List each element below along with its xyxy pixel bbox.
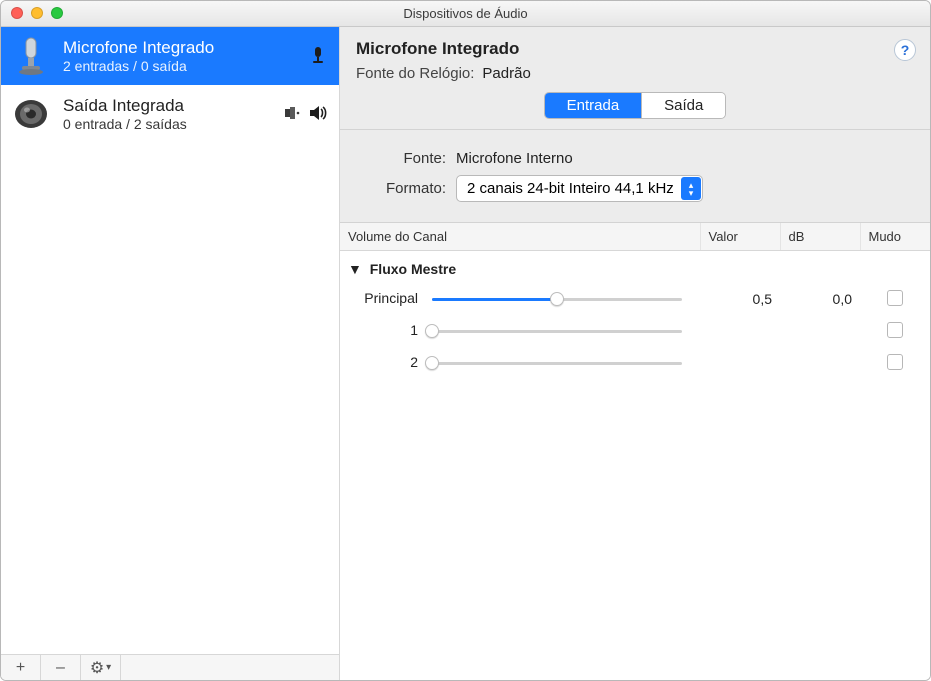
db-cell: 0,0 [780,283,860,315]
plus-icon: + [16,659,25,677]
io-tabs: Entrada Saída [544,92,727,119]
group-row[interactable]: ▼ Fluxo Mestre [340,251,930,284]
window-title: Dispositivos de Áudio [9,6,922,21]
device-list: Microfone Integrado 2 entradas / 0 saída [1,27,339,654]
add-device-button[interactable]: + [1,655,41,680]
chevron-down-icon: ▾ [106,662,111,673]
device-row-output[interactable]: Saída Integrada 0 entrada / 2 saídas [1,85,339,143]
help-button[interactable]: ? [894,39,916,61]
tab-input-label: Entrada [567,97,620,114]
db-cell [780,347,860,379]
device-row-texts: Microfone Integrado 2 entradas / 0 saída [63,37,263,76]
channel-table-area: Volume do Canal Valor dB Mudo Via ▼ Flux… [340,223,930,680]
slider-thumb[interactable] [425,356,439,370]
traffic-lights [11,7,63,19]
value-cell: 0,5 [700,283,780,315]
db-cell [780,315,860,347]
volume-slider-principal[interactable] [432,289,682,309]
group-label: Fluxo Mestre [370,261,456,277]
value-cell [700,315,780,347]
source-value: Microfone Interno [456,150,573,167]
stepper-arrows-icon: ▴▾ [681,177,701,200]
sidebar-toolbar: + – ⚙︎ ▾ [1,654,339,680]
tab-input[interactable]: Entrada [545,93,642,118]
device-name: Microfone Integrado [63,37,263,58]
channel-row-2: 2 [340,347,930,379]
disclosure-triangle-icon[interactable]: ▼ [348,261,362,277]
device-row-texts: Saída Integrada 0 entrada / 2 saídas [63,95,263,134]
tab-output[interactable]: Saída [641,93,725,118]
action-menu-button[interactable]: ⚙︎ ▾ [81,655,121,680]
default-output-icon [307,102,329,127]
remove-device-button[interactable]: – [41,655,81,680]
col-value[interactable]: Valor [700,223,780,251]
device-right-icons [273,44,329,69]
slider-fill [432,298,557,301]
channel-table: Volume do Canal Valor dB Mudo Via ▼ Flux… [340,223,930,379]
clock-source-value: Padrão [482,65,530,82]
col-channel[interactable]: Volume do Canal [340,223,700,251]
col-db[interactable]: dB [780,223,860,251]
format-select-wrap: 2 canais 24-bit Inteiro 44,1 kHz ▴▾ [456,175,703,202]
mute-checkbox[interactable] [887,354,903,370]
mute-checkbox[interactable] [887,290,903,306]
zoom-window-button[interactable] [51,7,63,19]
device-header: ? Microfone Integrado Fonte do Relógio: … [340,27,930,130]
volume-slider-1[interactable] [432,321,682,341]
window: Dispositivos de Áudio Microfone In [0,0,931,681]
device-title: Microfone Integrado [356,39,914,59]
close-window-button[interactable] [11,7,23,19]
window-body: Microfone Integrado 2 entradas / 0 saída [1,27,930,680]
titlebar: Dispositivos de Áudio [1,1,930,27]
minimize-window-button[interactable] [31,7,43,19]
device-io-summary: 2 entradas / 0 saída [63,58,263,76]
device-name: Saída Integrada [63,95,263,116]
channel-label: 2 [348,354,418,370]
mute-checkbox[interactable] [887,322,903,338]
slider-thumb[interactable] [550,292,564,306]
format-label: Formato: [356,180,446,197]
device-sidebar: Microfone Integrado 2 entradas / 0 saída [1,27,340,680]
minus-icon: – [56,659,65,677]
table-header-row: Volume do Canal Valor dB Mudo Via [340,223,930,251]
device-right-icons [273,102,329,127]
format-select[interactable]: 2 canais 24-bit Inteiro 44,1 kHz [456,175,703,202]
speaker-icon [9,92,53,136]
channel-row-1: 1 [340,315,930,347]
device-row-microphone[interactable]: Microfone Integrado 2 entradas / 0 saída [1,27,339,85]
device-io-summary: 0 entrada / 2 saídas [63,116,263,134]
default-input-icon [307,44,329,69]
clock-source-label: Fonte do Relógio: [356,65,474,82]
tab-output-label: Saída [664,97,703,114]
channel-label: Principal [348,290,418,306]
device-form: Fonte: Microfone Interno Formato: 2 cana… [340,130,930,223]
slider-thumb[interactable] [425,324,439,338]
system-sound-icon [283,103,303,126]
volume-slider-2[interactable] [432,353,682,373]
main-panel: ? Microfone Integrado Fonte do Relógio: … [340,27,930,680]
source-label: Fonte: [356,150,446,167]
channel-row-principal: Principal 0,5 0,0 [340,283,930,315]
microphone-icon [9,34,53,78]
value-cell [700,347,780,379]
gear-icon: ⚙︎ [90,658,104,678]
help-icon: ? [901,42,910,58]
channel-label: 1 [348,322,418,338]
col-mute[interactable]: Mudo [860,223,930,251]
